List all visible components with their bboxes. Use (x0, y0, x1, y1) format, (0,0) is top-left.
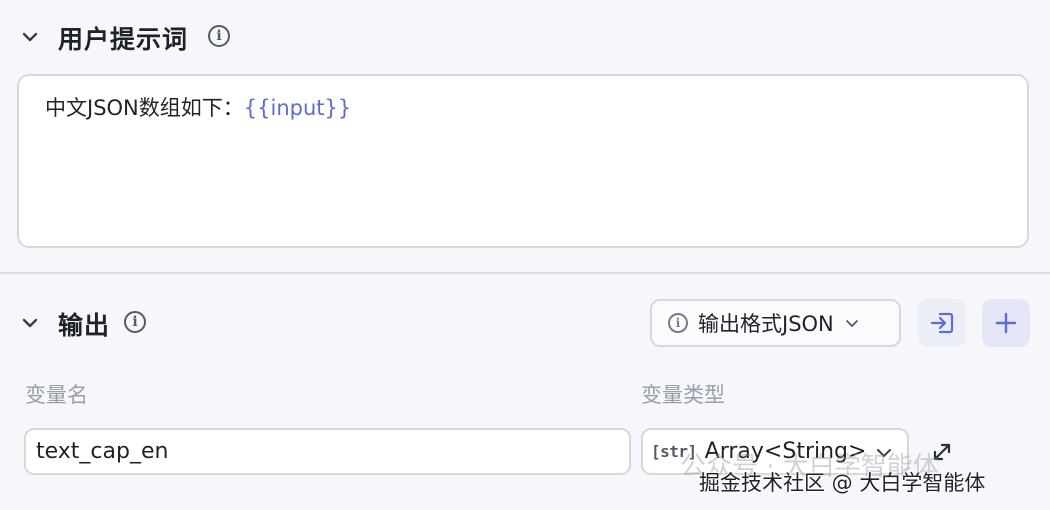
chevron-down-icon (845, 320, 858, 327)
info-icon: i (668, 313, 688, 333)
section-divider (0, 272, 1050, 274)
info-icon[interactable]: i (124, 311, 146, 333)
column-header-name: 变量名 (25, 383, 88, 407)
prompt-variable: {{input}} (243, 96, 352, 120)
output-format-dropdown[interactable]: i 输出格式JSON (650, 299, 901, 347)
import-icon (930, 312, 954, 334)
prompt-section-title: 用户提示词 (58, 25, 189, 54)
import-button[interactable] (918, 299, 966, 347)
prompt-text-prefix: 中文JSON数组如下： (45, 96, 244, 120)
column-header-type: 变量类型 (641, 383, 725, 407)
output-section-header[interactable]: 输出 i (20, 306, 170, 342)
add-variable-button[interactable] (982, 299, 1030, 347)
output-section-title: 输出 (58, 311, 111, 340)
prompt-textarea[interactable]: 中文JSON数组如下：{{input}} (17, 74, 1029, 248)
output-format-label: 输出格式JSON (698, 312, 834, 336)
variable-name-value: text_cap_en (36, 439, 169, 464)
chevron-down-icon[interactable] (20, 27, 40, 47)
info-icon[interactable]: i (208, 25, 230, 47)
prompt-section-header[interactable]: 用户提示词 i (20, 20, 280, 56)
plus-icon (995, 312, 1017, 334)
prompt-content: 中文JSON数组如下：{{input}} (45, 92, 351, 122)
chevron-down-icon[interactable] (20, 313, 40, 333)
watermark: 掘金技术社区 @ 大白学智能体 (699, 471, 986, 495)
variable-name-input[interactable]: text_cap_en (24, 428, 631, 475)
